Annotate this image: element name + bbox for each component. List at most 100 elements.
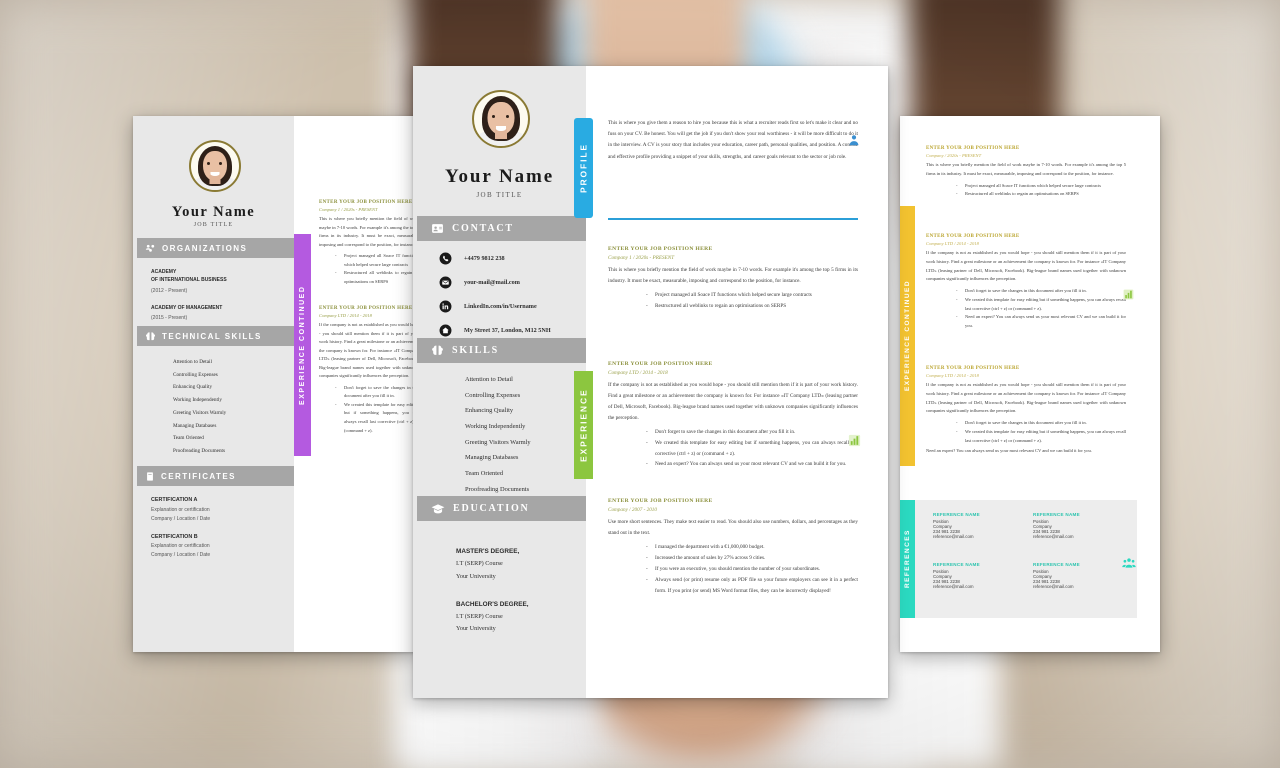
contact-linkedin-text: LinkedIn.com/in/Username [464, 303, 537, 310]
bar-chart-icon [1123, 289, 1134, 300]
bullet-item: Restructured all weblinks to regain an o… [335, 269, 418, 286]
bullet-item: Need an expert? You can always send us y… [956, 313, 1126, 331]
bullet-item: If you were an executive, you should men… [646, 564, 858, 575]
job-heading: ENTER YOUR JOB POSITION HERE [608, 361, 713, 367]
skill-item: Attention to Detail [465, 376, 513, 383]
reference-name: REFERENCE NAME [1033, 512, 1080, 517]
job-heading: ENTER YOUR JOB POSITION HERE [608, 498, 713, 504]
reference-email: reference@mail.com [933, 584, 974, 589]
linkedin-icon [439, 300, 452, 313]
resume-page-left[interactable]: Your Name JOB TITLE ORGANIZATIONS ACADEM… [133, 116, 418, 652]
bullet-item: Project managed all Soace IT functions w… [646, 290, 858, 301]
bullet-item: We created this template for easy editin… [956, 428, 1126, 446]
section-header-contact: CONTACT [417, 216, 586, 241]
job-title: JOB TITLE [476, 191, 523, 199]
contact-list: +4479 9812 238 your-mail@mail.com Linked… [439, 252, 587, 337]
education-list: MASTER'S DEGREE, I.T (SERP) Course Your … [456, 546, 586, 635]
skill-item: Managing Databases [173, 422, 217, 429]
job-heading: ENTER YOUR JOB POSITION HERE [926, 146, 1020, 151]
skills-list: Attention to Detail Controlling Expenses… [465, 372, 590, 498]
skill-item: Attention to Detail [173, 359, 212, 365]
org-title: ACADEMY OF MANAGEMENT [151, 304, 223, 311]
cert-line2: Company / Location / Date [151, 515, 211, 522]
bullet-item: Project managed all Soace IT functions w… [956, 182, 1126, 191]
bullet-item: Restructured all weblinks to regain an o… [646, 301, 858, 312]
contact-phone-text: +4479 9812 238 [464, 255, 505, 262]
contact-item-email[interactable]: your-mail@mail.com [439, 276, 587, 289]
job-company: Company / 2020s - PRESENT [926, 153, 982, 158]
reference-email: reference@mail.com [933, 534, 974, 539]
bullet-item: Increased the amount of sales by 27% acr… [646, 553, 858, 564]
center-job-3: ENTER YOUR JOB POSITION HERE Company / 2… [608, 498, 858, 596]
left-job-1: ENTER YOUR JOB POSITION HERE Company 1 /… [319, 200, 418, 286]
education-school: Your University [456, 572, 496, 580]
reference-email: reference@mail.com [1033, 534, 1074, 539]
job-bullets: Don't forget to save the changes in this… [646, 427, 858, 471]
resume-page-center[interactable]: Your Name JOB TITLE CONTACT +4479 9812 2… [413, 66, 888, 698]
job-heading: ENTER YOUR JOB POSITION HERE [926, 234, 1020, 239]
job-paragraph: This is where you briefly mention the fi… [319, 216, 418, 247]
contact-item-linkedin[interactable]: LinkedIn.com/in/Username [439, 300, 587, 313]
education-degree: MASTER'S DEGREE, [456, 548, 520, 555]
certificates-list: CERTIFICATION A Explanation or certifica… [151, 496, 286, 560]
job-bullets: I managed the department with a €1,000,0… [646, 542, 858, 597]
job-heading: ENTER YOUR JOB POSITION HERE [926, 366, 1020, 371]
resume-page-right[interactable]: EXPERIENCE CONTINUED REFERENCES ENTER YO… [900, 116, 1160, 652]
bullet-item: Need an expert? You can always send us y… [646, 459, 858, 470]
job-heading: ENTER YOUR JOB POSITION HERE [319, 200, 413, 205]
job-company: Company LTD / 2014 - 2018 [926, 241, 979, 246]
reference-entry: REFERENCE NAME Position Company 234 981 … [933, 562, 1018, 589]
job-paragraph: This is where you briefly mention the fi… [608, 267, 858, 284]
section-title: ORGANIZATIONS [162, 243, 248, 253]
job-bullets: Project managed all Soace IT functions w… [335, 252, 418, 286]
org-title-2: OF INTERNATIONAL BUSINESS [151, 277, 227, 284]
bullet-item: Don't forget to save the changes in this… [646, 427, 858, 438]
skill-item: Working Independently [173, 397, 222, 404]
left-job-2: ENTER YOUR JOB POSITION HERE Company LTD… [319, 306, 418, 435]
reference-name: REFERENCE NAME [1033, 562, 1080, 567]
vertical-tab-references[interactable]: REFERENCES [900, 500, 915, 618]
job-bullets: Project managed all Soace IT functions w… [646, 290, 858, 312]
page-title: Your Name [444, 166, 555, 187]
certificate-icon [147, 471, 153, 481]
profile-paragraph: This is where you give them a reason to … [608, 120, 858, 160]
contact-item-phone[interactable]: +4479 9812 238 [439, 252, 587, 265]
job-title: JOB TITLE [193, 222, 234, 228]
section-title: SKILLS [452, 345, 499, 356]
bullet-item: We created this template for easy editin… [956, 296, 1126, 314]
vertical-tab-experience-continued-right[interactable]: EXPERIENCE CONTINUED [900, 206, 915, 466]
bullet-item: I managed the department with a €1,000,0… [646, 542, 858, 553]
job-paragraph: This is where you briefly mention the fi… [926, 162, 1126, 176]
brain-icon [432, 345, 443, 355]
job-tail: Need an expert? You can always send us y… [926, 448, 1092, 454]
job-company: Company LTD / 2014 - 2018 [926, 373, 979, 378]
job-paragraph: Use more short sentences. They make text… [608, 519, 858, 536]
reference-entry: REFERENCE NAME Position Company 234 981 … [1033, 512, 1118, 539]
bullet-item: We created this template for easy editin… [646, 438, 858, 460]
contact-item-address[interactable]: My Street 37, London, M12 5NH [439, 324, 587, 337]
job-company: Company LTD / 2014 - 2018 [319, 313, 372, 318]
vertical-tab-experience-continued[interactable]: EXPERIENCE CONTINUED [294, 234, 311, 456]
bar-chart-icon [848, 434, 861, 447]
section-header-certificates: CERTIFICATES [137, 466, 294, 486]
job-paragraph: If the company is not as established as … [926, 382, 1126, 414]
job-paragraph: If the company is not as established as … [926, 250, 1126, 282]
section-header-technical-skills: TECHNICAL SKILLS [137, 326, 294, 346]
section-title: EDUCATION [453, 503, 530, 514]
mail-icon [439, 276, 452, 289]
vertical-tab-profile[interactable]: PROFILE [574, 118, 593, 218]
skill-item: Greeting Visitors Warmly [465, 438, 531, 446]
home-icon [439, 324, 452, 337]
job-company: Company 1 / 2020s - PRESENT [608, 255, 675, 261]
center-job-1: ENTER YOUR JOB POSITION HERE Company 1 /… [608, 246, 858, 312]
education-degree: BACHELOR'S DEGREE, [456, 600, 529, 608]
graduation-cap-icon [431, 503, 445, 513]
technical-skills-list: Attention to Detail Controlling Expenses… [173, 356, 293, 458]
job-bullets: Don't forget to save the changes in this… [956, 287, 1126, 331]
section-header-education: EDUCATION [417, 496, 586, 521]
page-title: Your Name [171, 204, 256, 220]
bullet-item: Project managed all Soace IT functions w… [335, 252, 418, 269]
reference-entry: REFERENCE NAME Position Company 234 981 … [933, 512, 1018, 539]
reference-name: REFERENCE NAME [933, 512, 980, 517]
vertical-tab-experience[interactable]: EXPERIENCE [574, 371, 593, 479]
